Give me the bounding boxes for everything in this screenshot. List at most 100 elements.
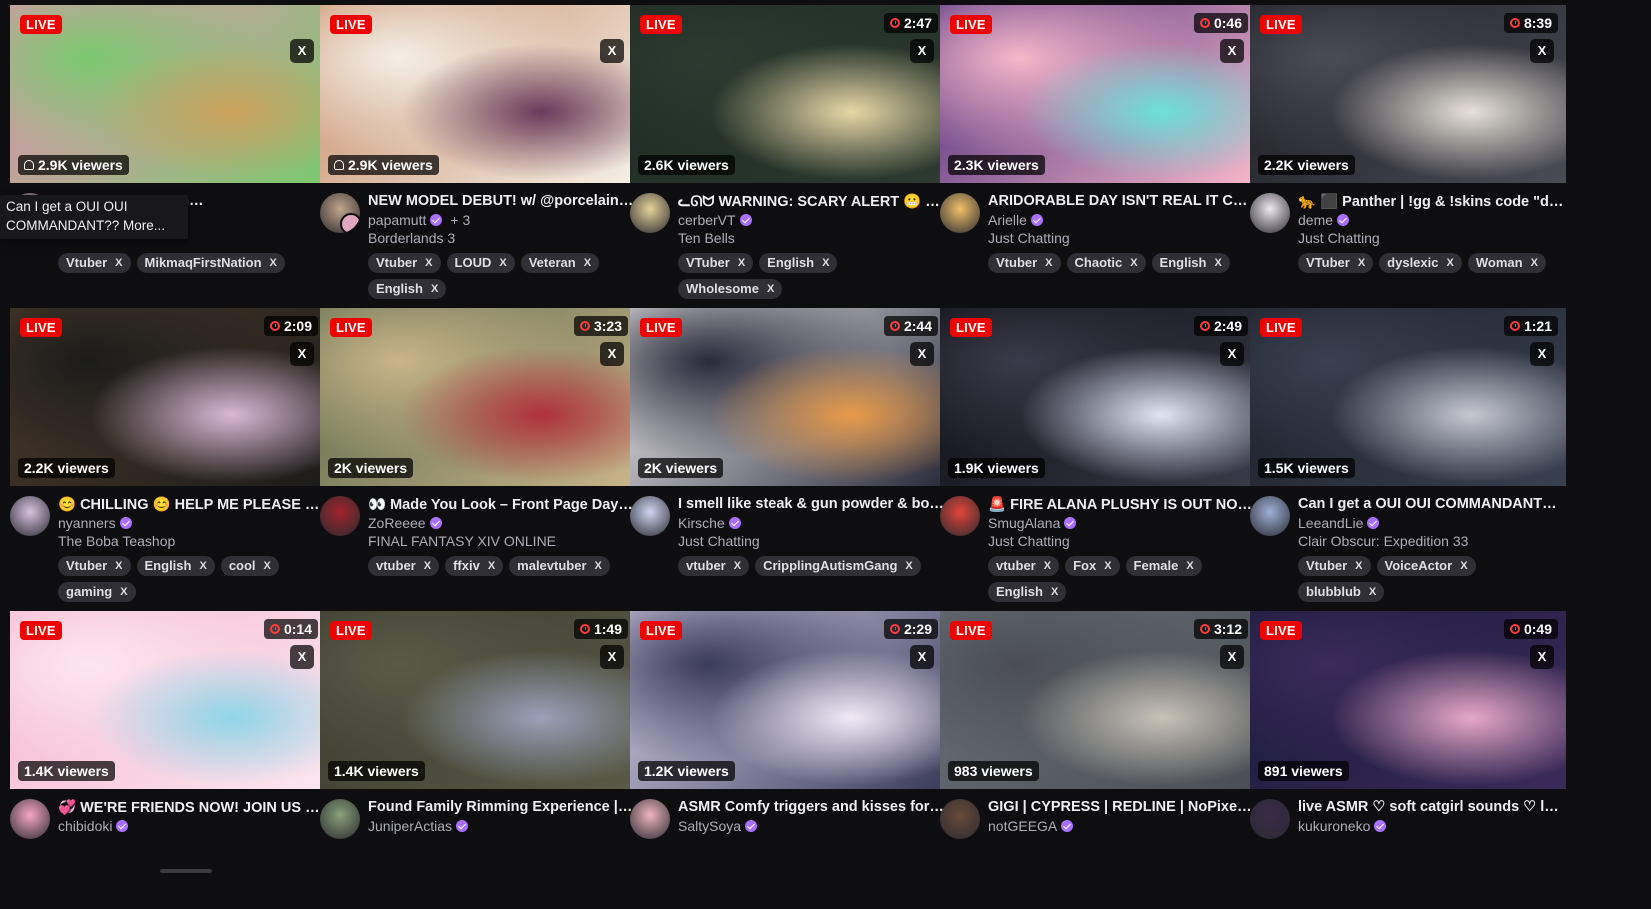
remove-tag-icon[interactable]: X — [1045, 253, 1052, 273]
tag-chip[interactable]: Vtuber X — [368, 253, 441, 273]
remove-tag-icon[interactable]: X — [1044, 556, 1051, 576]
tag-chip[interactable]: malevtuber X — [509, 556, 610, 576]
category-link[interactable]: Just Chatting — [988, 533, 1070, 549]
channel-avatar[interactable] — [320, 193, 360, 233]
stream-thumbnail[interactable]: LIVE 3:12 X 983 viewers — [940, 611, 1256, 789]
dismiss-button[interactable]: X — [290, 342, 314, 366]
category-link[interactable]: Just Chatting — [988, 230, 1070, 246]
remove-tag-icon[interactable]: X — [1186, 556, 1193, 576]
remove-tag-icon[interactable]: X — [1104, 556, 1111, 576]
channel-name[interactable]: SaltySoya — [678, 818, 758, 834]
channel-name[interactable]: papamutt + 3 — [368, 212, 470, 228]
stream-thumbnail[interactable]: LIVE X 2.9K viewers — [10, 5, 326, 183]
dismiss-button[interactable]: X — [290, 39, 314, 63]
stream-thumbnail[interactable]: LIVE 0:14 X 1.4K viewers — [10, 611, 326, 789]
remove-tag-icon[interactable]: X — [595, 556, 602, 576]
remove-tag-icon[interactable]: X — [822, 253, 829, 273]
channel-avatar[interactable] — [940, 496, 980, 536]
stream-card[interactable]: LIVEX2.9K viewers…og yet? @papam…VtuberX… — [10, 5, 326, 303]
stream-title[interactable]: 🐆 ⬛ Panther | !gg & !skins code "de… — [1298, 193, 1564, 210]
tag-chip[interactable]: LOUD X — [446, 253, 515, 273]
remove-tag-icon[interactable]: X — [499, 253, 506, 273]
tag-chip[interactable]: vtuber X — [678, 556, 750, 576]
channel-name[interactable]: ZoReeee — [368, 515, 442, 531]
stream-thumbnail[interactable]: LIVE 0:49 X 891 viewers — [1250, 611, 1566, 789]
tag-chip[interactable]: dyslexic X — [1379, 253, 1462, 273]
tag-chip[interactable]: Vtuber X — [1298, 556, 1371, 576]
channel-avatar[interactable] — [940, 799, 980, 839]
remove-tag-icon[interactable]: X — [1214, 253, 1221, 273]
channel-avatar[interactable] — [320, 799, 360, 839]
channel-name[interactable]: chibidoki — [58, 818, 129, 834]
stream-thumbnail[interactable]: LIVE 2:44 X 2K viewers — [630, 308, 946, 486]
remove-tag-icon[interactable]: X — [270, 253, 277, 273]
stream-thumbnail[interactable]: LIVE X 2.9K viewers — [320, 5, 636, 183]
category-link[interactable]: Ten Bells — [678, 230, 735, 246]
tag-chip[interactable]: MikmaqFirstNation X — [136, 253, 285, 273]
stream-thumbnail[interactable]: LIVE 0:46 X 2.3K viewers — [940, 5, 1256, 183]
remove-tag-icon[interactable]: X — [1531, 253, 1538, 273]
stream-thumbnail[interactable]: LIVE 1:21 X 1.5K viewers — [1250, 308, 1566, 486]
category-link[interactable]: Just Chatting — [678, 533, 760, 549]
channel-avatar[interactable] — [320, 496, 360, 536]
tag-chip[interactable]: CripplingAutismGang X — [755, 556, 921, 576]
channel-avatar[interactable] — [630, 799, 670, 839]
remove-tag-icon[interactable]: X — [734, 556, 741, 576]
stream-title[interactable]: 👀 Made You Look – Front Page Day! … — [368, 496, 634, 513]
stream-thumbnail[interactable]: LIVE 2:49 X 1.9K viewers — [940, 308, 1256, 486]
stream-card[interactable]: LIVE 3:23 X 2K viewers 👀 Made You Look – Fro… — [320, 308, 636, 606]
remove-tag-icon[interactable]: X — [1369, 582, 1376, 602]
stream-title[interactable]: ᓚᘏᗢ WARNING: SCARY ALERT 😬 … — [678, 193, 944, 210]
tag-chip[interactable]: Veteran X — [520, 253, 600, 273]
dismiss-button[interactable]: X — [1530, 645, 1554, 669]
tag-chip[interactable]: Vtuber X — [988, 253, 1061, 273]
category-link[interactable]: The Boba Teashop — [58, 533, 175, 549]
channel-name[interactable]: cerberVT — [678, 212, 752, 228]
stream-card[interactable]: LIVE X 2.9K viewers NEW MODEL DEBUT! w/ @po… — [320, 5, 636, 303]
stream-card[interactable]: LIVE 2:09 X 2.2K viewers 😊 CHILLING 😊 HELP M… — [10, 308, 326, 606]
channel-avatar[interactable] — [1250, 193, 1290, 233]
remove-tag-icon[interactable]: X — [738, 253, 745, 273]
stream-card[interactable]: LIVE 0:46 X 2.3K viewers ARIDORABLE DAY ISN'… — [940, 5, 1256, 303]
tag-chip[interactable]: VTuber X — [678, 253, 754, 273]
tag-chip[interactable]: Vtuber X — [58, 556, 131, 576]
tag-chip[interactable]: English X — [368, 279, 447, 299]
remove-tag-icon[interactable]: X — [431, 279, 438, 299]
stream-title[interactable]: NEW MODEL DEBUT! w/ @porcelain… — [368, 193, 634, 209]
stream-card[interactable]: LIVE 2:44 X 2K viewers I smell like steak & … — [630, 308, 946, 606]
stream-title[interactable]: 💞 WE'RE FRIENDS NOW! JOIN US 💞… — [58, 799, 324, 816]
tag-chip[interactable]: VoiceActor X — [1376, 556, 1476, 576]
category-link[interactable]: FINAL FANTASY XIV ONLINE — [368, 533, 556, 549]
tag-chip[interactable]: VTuber X — [1298, 253, 1374, 273]
remove-tag-icon[interactable]: X — [115, 556, 122, 576]
remove-tag-icon[interactable]: X — [1355, 556, 1362, 576]
category-link[interactable]: Borderlands 3 — [368, 230, 455, 246]
stream-title[interactable]: ASMR Comfy triggers and kisses for … — [678, 799, 944, 815]
channel-avatar[interactable] — [10, 799, 50, 839]
dismiss-button[interactable]: X — [600, 39, 624, 63]
tag-chip[interactable]: English X — [1151, 253, 1230, 273]
dismiss-button[interactable]: X — [1220, 342, 1244, 366]
channel-name[interactable]: Kirsche — [678, 515, 741, 531]
stream-thumbnail[interactable]: LIVE 8:39 X 2.2K viewers — [1250, 5, 1566, 183]
stream-card[interactable]: LIVE 1:49 X 1.4K viewers Found Family Rimmin… — [320, 611, 636, 909]
channel-avatar[interactable] — [1250, 496, 1290, 536]
remove-tag-icon[interactable]: X — [767, 279, 774, 299]
stream-title[interactable]: Can I get a OUI OUI COMMANDANT??… — [1298, 496, 1564, 512]
dismiss-button[interactable]: X — [1530, 39, 1554, 63]
tag-chip[interactable]: blubblub X — [1298, 582, 1385, 602]
category-link[interactable]: Clair Obscur: Expedition 33 — [1298, 533, 1468, 549]
channel-name[interactable]: LeeandLie — [1298, 515, 1380, 531]
stream-title[interactable]: ARIDORABLE DAY ISN'T REAL IT CAN'… — [988, 193, 1254, 209]
tag-chip[interactable]: Vtuber X — [58, 253, 131, 273]
stream-title[interactable]: I smell like steak & gun powder & boy … — [678, 496, 944, 512]
dismiss-button[interactable]: X — [1220, 39, 1244, 63]
channel-avatar[interactable] — [10, 496, 50, 536]
remove-tag-icon[interactable]: X — [1358, 253, 1365, 273]
tag-chip[interactable]: Fox X — [1065, 556, 1120, 576]
tag-chip[interactable]: ffxiv X — [445, 556, 504, 576]
tag-chip[interactable]: gaming X — [58, 582, 136, 602]
remove-tag-icon[interactable]: X — [1130, 253, 1137, 273]
remove-tag-icon[interactable]: X — [115, 253, 122, 273]
collab-count[interactable]: + 3 — [450, 212, 470, 228]
